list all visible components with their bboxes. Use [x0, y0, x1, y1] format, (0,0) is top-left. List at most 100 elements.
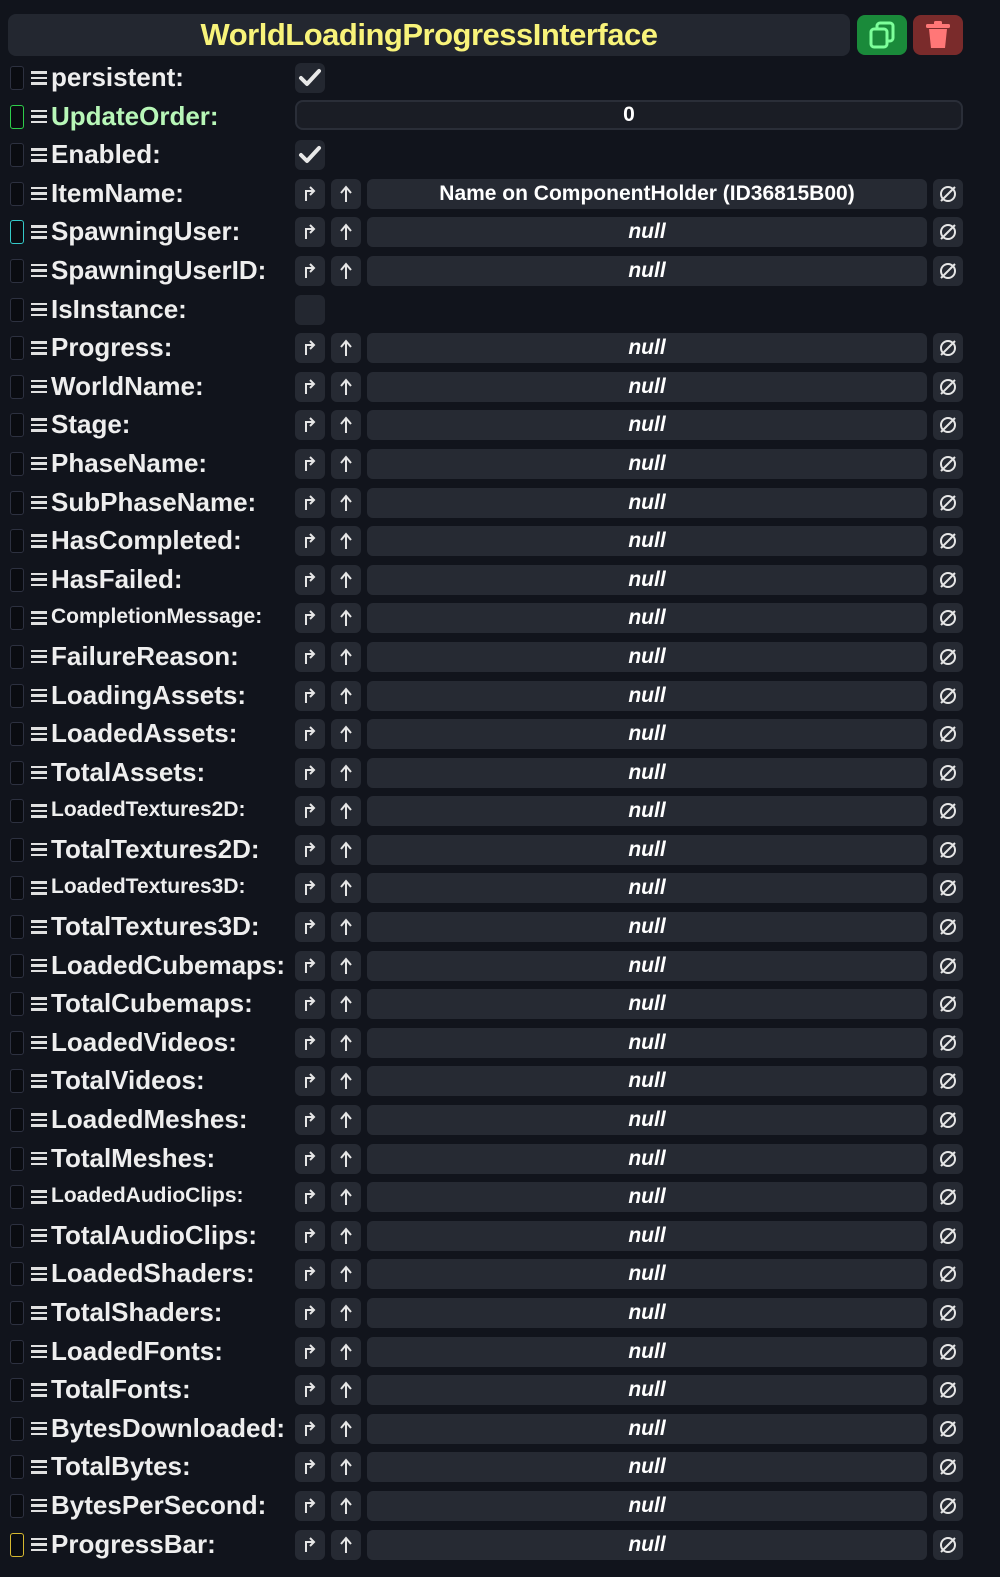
drag-handle-icon[interactable] [31, 688, 47, 703]
drive-button[interactable] [295, 950, 325, 981]
clear-button[interactable] [933, 1452, 963, 1483]
drag-handle-icon[interactable] [31, 148, 47, 162]
clear-button[interactable] [933, 526, 963, 557]
field-indicator[interactable] [10, 66, 24, 90]
drag-handle-icon[interactable] [31, 341, 47, 355]
field-indicator[interactable] [10, 104, 24, 129]
drag-handle-icon[interactable] [31, 456, 47, 471]
reference-field[interactable]: null [367, 410, 927, 441]
field-indicator[interactable] [10, 644, 24, 669]
drag-handle-icon[interactable] [31, 611, 47, 625]
drag-handle-icon[interactable] [31, 418, 47, 432]
drag-handle-icon[interactable] [31, 71, 47, 85]
clear-button[interactable] [933, 950, 963, 981]
grab-button[interactable] [331, 719, 361, 750]
drive-button[interactable] [295, 1066, 325, 1097]
grab-button[interactable] [331, 333, 361, 364]
field-indicator[interactable] [10, 336, 24, 361]
reference-field[interactable]: Name on ComponentHolder (ID36815B00) [367, 178, 927, 209]
reference-field[interactable]: null [367, 603, 927, 634]
drag-handle-icon[interactable] [31, 842, 47, 857]
drive-button[interactable] [295, 1143, 325, 1174]
drive-button[interactable] [295, 641, 325, 672]
field-indicator[interactable] [10, 760, 24, 785]
clear-button[interactable] [933, 1529, 963, 1560]
drive-button[interactable] [295, 796, 325, 827]
drag-handle-icon[interactable] [31, 1498, 47, 1513]
field-indicator[interactable] [10, 1185, 24, 1210]
reference-field[interactable]: null [367, 526, 927, 557]
clear-button[interactable] [933, 989, 963, 1020]
reference-field[interactable]: null [367, 487, 927, 518]
clear-button[interactable] [933, 1336, 963, 1367]
reference-field[interactable]: null [367, 1298, 927, 1328]
drag-handle-icon[interactable] [31, 1228, 47, 1243]
grab-button[interactable] [331, 487, 361, 518]
drive-button[interactable] [295, 333, 325, 364]
reference-field[interactable]: null [367, 255, 927, 286]
reference-field[interactable]: null [367, 564, 927, 595]
clear-button[interactable] [933, 255, 963, 286]
clear-button[interactable] [933, 757, 963, 788]
reference-field[interactable]: null [367, 1413, 927, 1444]
drive-button[interactable] [295, 1375, 325, 1406]
reference-field[interactable]: null [367, 719, 927, 750]
reference-field[interactable]: null [367, 1529, 927, 1560]
clear-button[interactable] [933, 487, 963, 518]
grab-button[interactable] [331, 1452, 361, 1483]
grab-button[interactable] [331, 448, 361, 479]
grab-button[interactable] [331, 1490, 361, 1521]
field-indicator[interactable] [10, 451, 24, 476]
drag-handle-icon[interactable] [31, 997, 47, 1011]
field-checkbox[interactable] [295, 294, 325, 325]
drag-handle-icon[interactable] [31, 920, 47, 934]
clear-button[interactable] [933, 641, 963, 672]
drive-button[interactable] [295, 1529, 325, 1560]
field-indicator[interactable] [10, 258, 24, 283]
drive-button[interactable] [295, 1452, 325, 1483]
drive-button[interactable] [295, 1259, 325, 1290]
reference-field[interactable]: null [367, 333, 927, 364]
field-indicator[interactable] [10, 490, 24, 515]
grab-button[interactable] [331, 912, 361, 943]
clear-button[interactable] [933, 1182, 963, 1213]
field-indicator[interactable] [10, 1301, 24, 1325]
drive-button[interactable] [295, 912, 325, 943]
grab-button[interactable] [331, 796, 361, 827]
field-indicator[interactable] [10, 876, 24, 901]
clear-button[interactable] [933, 719, 963, 750]
reference-field[interactable]: null [367, 641, 927, 672]
drive-button[interactable] [295, 1336, 325, 1367]
drive-button[interactable] [295, 564, 325, 595]
drag-handle-icon[interactable] [31, 225, 47, 239]
field-indicator[interactable] [10, 722, 24, 747]
drag-handle-icon[interactable] [31, 263, 47, 278]
reference-field[interactable]: null [367, 834, 927, 865]
grab-button[interactable] [331, 1413, 361, 1444]
field-indicator[interactable] [10, 1108, 24, 1133]
drive-button[interactable] [295, 255, 325, 286]
clear-button[interactable] [933, 217, 963, 248]
grab-button[interactable] [331, 1105, 361, 1136]
grab-button[interactable] [331, 641, 361, 672]
drag-handle-icon[interactable] [31, 1421, 47, 1436]
drag-handle-icon[interactable] [31, 765, 47, 780]
grab-button[interactable] [331, 1375, 361, 1406]
drive-button[interactable] [295, 1413, 325, 1444]
reference-field[interactable]: null [367, 796, 927, 827]
clear-button[interactable] [933, 1027, 963, 1058]
field-indicator[interactable] [10, 374, 24, 399]
drag-handle-icon[interactable] [31, 1267, 47, 1281]
grab-button[interactable] [331, 178, 361, 209]
reference-field[interactable]: null [367, 1182, 927, 1213]
clear-button[interactable] [933, 873, 963, 904]
field-indicator[interactable] [10, 992, 24, 1017]
field-indicator[interactable] [10, 1146, 24, 1171]
drive-button[interactable] [295, 1105, 325, 1136]
clear-button[interactable] [933, 912, 963, 943]
drive-button[interactable] [295, 410, 325, 441]
clear-button[interactable] [933, 178, 963, 209]
clear-button[interactable] [933, 1105, 963, 1136]
drive-button[interactable] [295, 371, 325, 402]
field-indicator[interactable] [10, 181, 24, 206]
